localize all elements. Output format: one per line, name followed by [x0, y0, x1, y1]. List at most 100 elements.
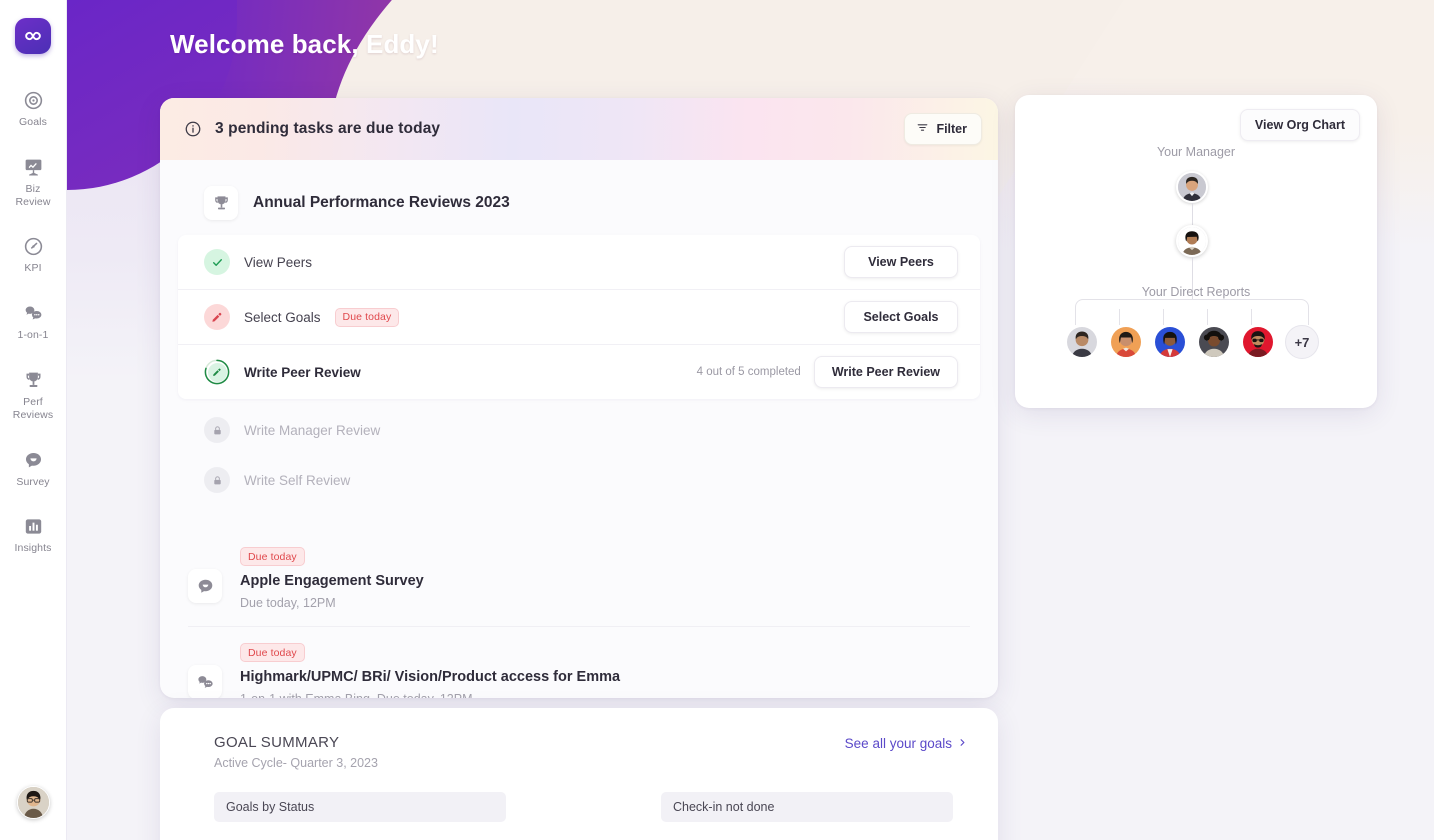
pencil-icon	[204, 304, 230, 330]
see-all-goals-label: See all your goals	[844, 736, 952, 751]
bar-chart-icon	[23, 516, 44, 537]
user-avatar	[18, 787, 49, 818]
task-row-locked: Write Self Review	[169, 455, 989, 505]
list-item-subtitle: 1-on-1 with Emma Bing, Due today, 12PM	[240, 692, 620, 698]
sidebar-item-label: Biz Review	[15, 182, 51, 208]
task-label: View Peers	[244, 254, 313, 270]
goal-summary-subtitle: Active Cycle- Quarter 3, 2023	[214, 756, 378, 770]
task-row-locked: Write Manager Review	[169, 405, 989, 455]
sidebar-item-label: Perf Reviews	[12, 395, 54, 421]
goal-summary-columns: Goals by Status Check-in not done	[160, 770, 998, 822]
org-bracket	[1075, 299, 1309, 325]
list-item-title: Apple Engagement Survey	[240, 573, 424, 589]
org-tick	[1251, 309, 1252, 325]
sidebar-nav: Goals Biz Review KPI 1-on-1 Perf Reviews…	[0, 80, 66, 573]
speech-smile-icon	[23, 450, 44, 471]
sidebar-item-survey[interactable]: Survey	[0, 440, 66, 499]
app-logo[interactable]	[15, 18, 51, 54]
task-label: Write Self Review	[244, 472, 351, 488]
org-tick	[1207, 309, 1208, 325]
report-avatar-4[interactable]	[1197, 325, 1231, 359]
org-tick	[1163, 309, 1164, 325]
direct-reports-row: +7	[1065, 325, 1319, 359]
column-header: Check-in not done	[661, 792, 953, 822]
page-title: Welcome back, Eddy!	[170, 29, 439, 59]
review-cycle-header: Annual Performance Reviews 2023	[169, 171, 989, 235]
write-peer-review-button[interactable]: Write Peer Review	[813, 356, 958, 388]
target-icon	[23, 90, 44, 111]
org-connector-line	[1192, 203, 1193, 225]
report-avatar-3[interactable]	[1153, 325, 1187, 359]
filter-button[interactable]: Filter	[904, 113, 982, 145]
alert-banner: 3 pending tasks are due today Filter	[160, 98, 998, 160]
goal-summary-header: GOAL SUMMARY Active Cycle- Quarter 3, 20…	[160, 708, 998, 770]
column-header: Goals by Status	[214, 792, 506, 822]
view-org-chart-button[interactable]: View Org Chart	[1239, 109, 1360, 141]
status-badge: Due today	[240, 643, 305, 662]
sidebar-item-insights[interactable]: Insights	[0, 506, 66, 565]
info-circle-icon	[184, 120, 202, 138]
status-badge: Due today	[240, 547, 305, 566]
lock-icon	[204, 467, 230, 493]
sidebar-item-label: KPI	[24, 262, 42, 275]
see-all-goals-link[interactable]: See all your goals	[845, 734, 968, 751]
status-badge: Due today	[334, 307, 400, 327]
goal-summary-card: GOAL SUMMARY Active Cycle- Quarter 3, 20…	[160, 708, 998, 840]
trophy-icon	[204, 186, 238, 220]
sidebar-item-label: 1-on-1	[17, 329, 49, 342]
your-avatar-image	[1178, 227, 1206, 255]
sidebar-item-biz-review[interactable]: Biz Review	[0, 147, 66, 219]
avatar[interactable]	[17, 786, 50, 819]
task-row[interactable]: Write Peer Review 4 out of 5 completed W…	[178, 344, 980, 399]
trophy-icon	[23, 370, 44, 391]
review-cycle-title: Annual Performance Reviews 2023	[253, 194, 510, 211]
manager-label: Your Manager	[1156, 145, 1236, 159]
sidebar-item-goals[interactable]: Goals	[0, 80, 66, 139]
progress-text: 4 out of 5 completed	[696, 366, 801, 378]
speedometer-icon	[23, 236, 44, 257]
speech-smile-icon	[188, 569, 222, 603]
list-item-title: Highmark/UPMC/ BRi/ Vision/Product acces…	[240, 669, 621, 685]
filter-label: Filter	[936, 122, 967, 136]
goal-column-checkin: Check-in not done	[661, 792, 953, 822]
filter-icon	[916, 121, 929, 137]
check-icon	[204, 249, 230, 275]
chat-bubbles-icon	[23, 303, 44, 324]
report-avatar-2[interactable]	[1109, 325, 1143, 359]
tasks-body: Annual Performance Reviews 2023 View Pee…	[160, 171, 998, 698]
select-goals-button[interactable]: Select Goals	[844, 301, 958, 333]
task-label: Select Goals	[244, 309, 321, 325]
pencil-ring-icon	[204, 359, 230, 385]
list-item[interactable]: Due today Highmark/UPMC/ BRi/ Vision/Pro…	[160, 627, 998, 698]
org-chart-card: View Org Chart Your Manager Your Direct …	[1015, 95, 1377, 408]
list-item-subtitle: Due today, 12PM	[240, 596, 336, 610]
sidebar-item-label: Survey	[16, 475, 50, 488]
view-peers-button[interactable]: View Peers	[844, 246, 958, 278]
chat-bubbles-icon	[188, 665, 222, 698]
chevron-right-icon	[957, 736, 968, 751]
sidebar-item-perf-reviews[interactable]: Perf Reviews	[0, 360, 66, 432]
list-item[interactable]: Due today Apple Engagement Survey Due to…	[160, 531, 998, 626]
task-row[interactable]: Select Goals Due today Select Goals	[178, 289, 980, 344]
org-overflow-badge[interactable]: +7	[1285, 325, 1319, 359]
report-avatar-1[interactable]	[1065, 325, 1099, 359]
sidebar-item-1-on-1[interactable]: 1-on-1	[0, 293, 66, 352]
alert-text: 3 pending tasks are due today	[215, 120, 441, 137]
presentation-chart-icon	[23, 157, 44, 178]
report-avatar-5[interactable]	[1241, 325, 1275, 359]
task-label: Write Peer Review	[244, 364, 361, 380]
review-cycle-block: Annual Performance Reviews 2023 View Pee…	[169, 171, 989, 531]
your-avatar[interactable]	[1176, 225, 1208, 257]
task-row[interactable]: View Peers View Peers	[178, 235, 980, 289]
goal-column-status: Goals by Status	[214, 792, 506, 822]
sidebar-item-kpi[interactable]: KPI	[0, 226, 66, 285]
sidebar-item-label: Goals	[19, 116, 47, 128]
direct-reports-label: Your Direct Reports	[1141, 285, 1251, 299]
lock-icon	[204, 417, 230, 443]
org-tick	[1119, 309, 1120, 325]
sidebar: Goals Biz Review KPI 1-on-1 Perf Reviews…	[0, 0, 67, 840]
sidebar-item-label: Insights	[14, 542, 52, 555]
manager-avatar-image	[1178, 173, 1206, 201]
manager-avatar[interactable]	[1176, 171, 1208, 203]
pending-tasks-card: 3 pending tasks are due today Filter Ann…	[160, 98, 998, 698]
